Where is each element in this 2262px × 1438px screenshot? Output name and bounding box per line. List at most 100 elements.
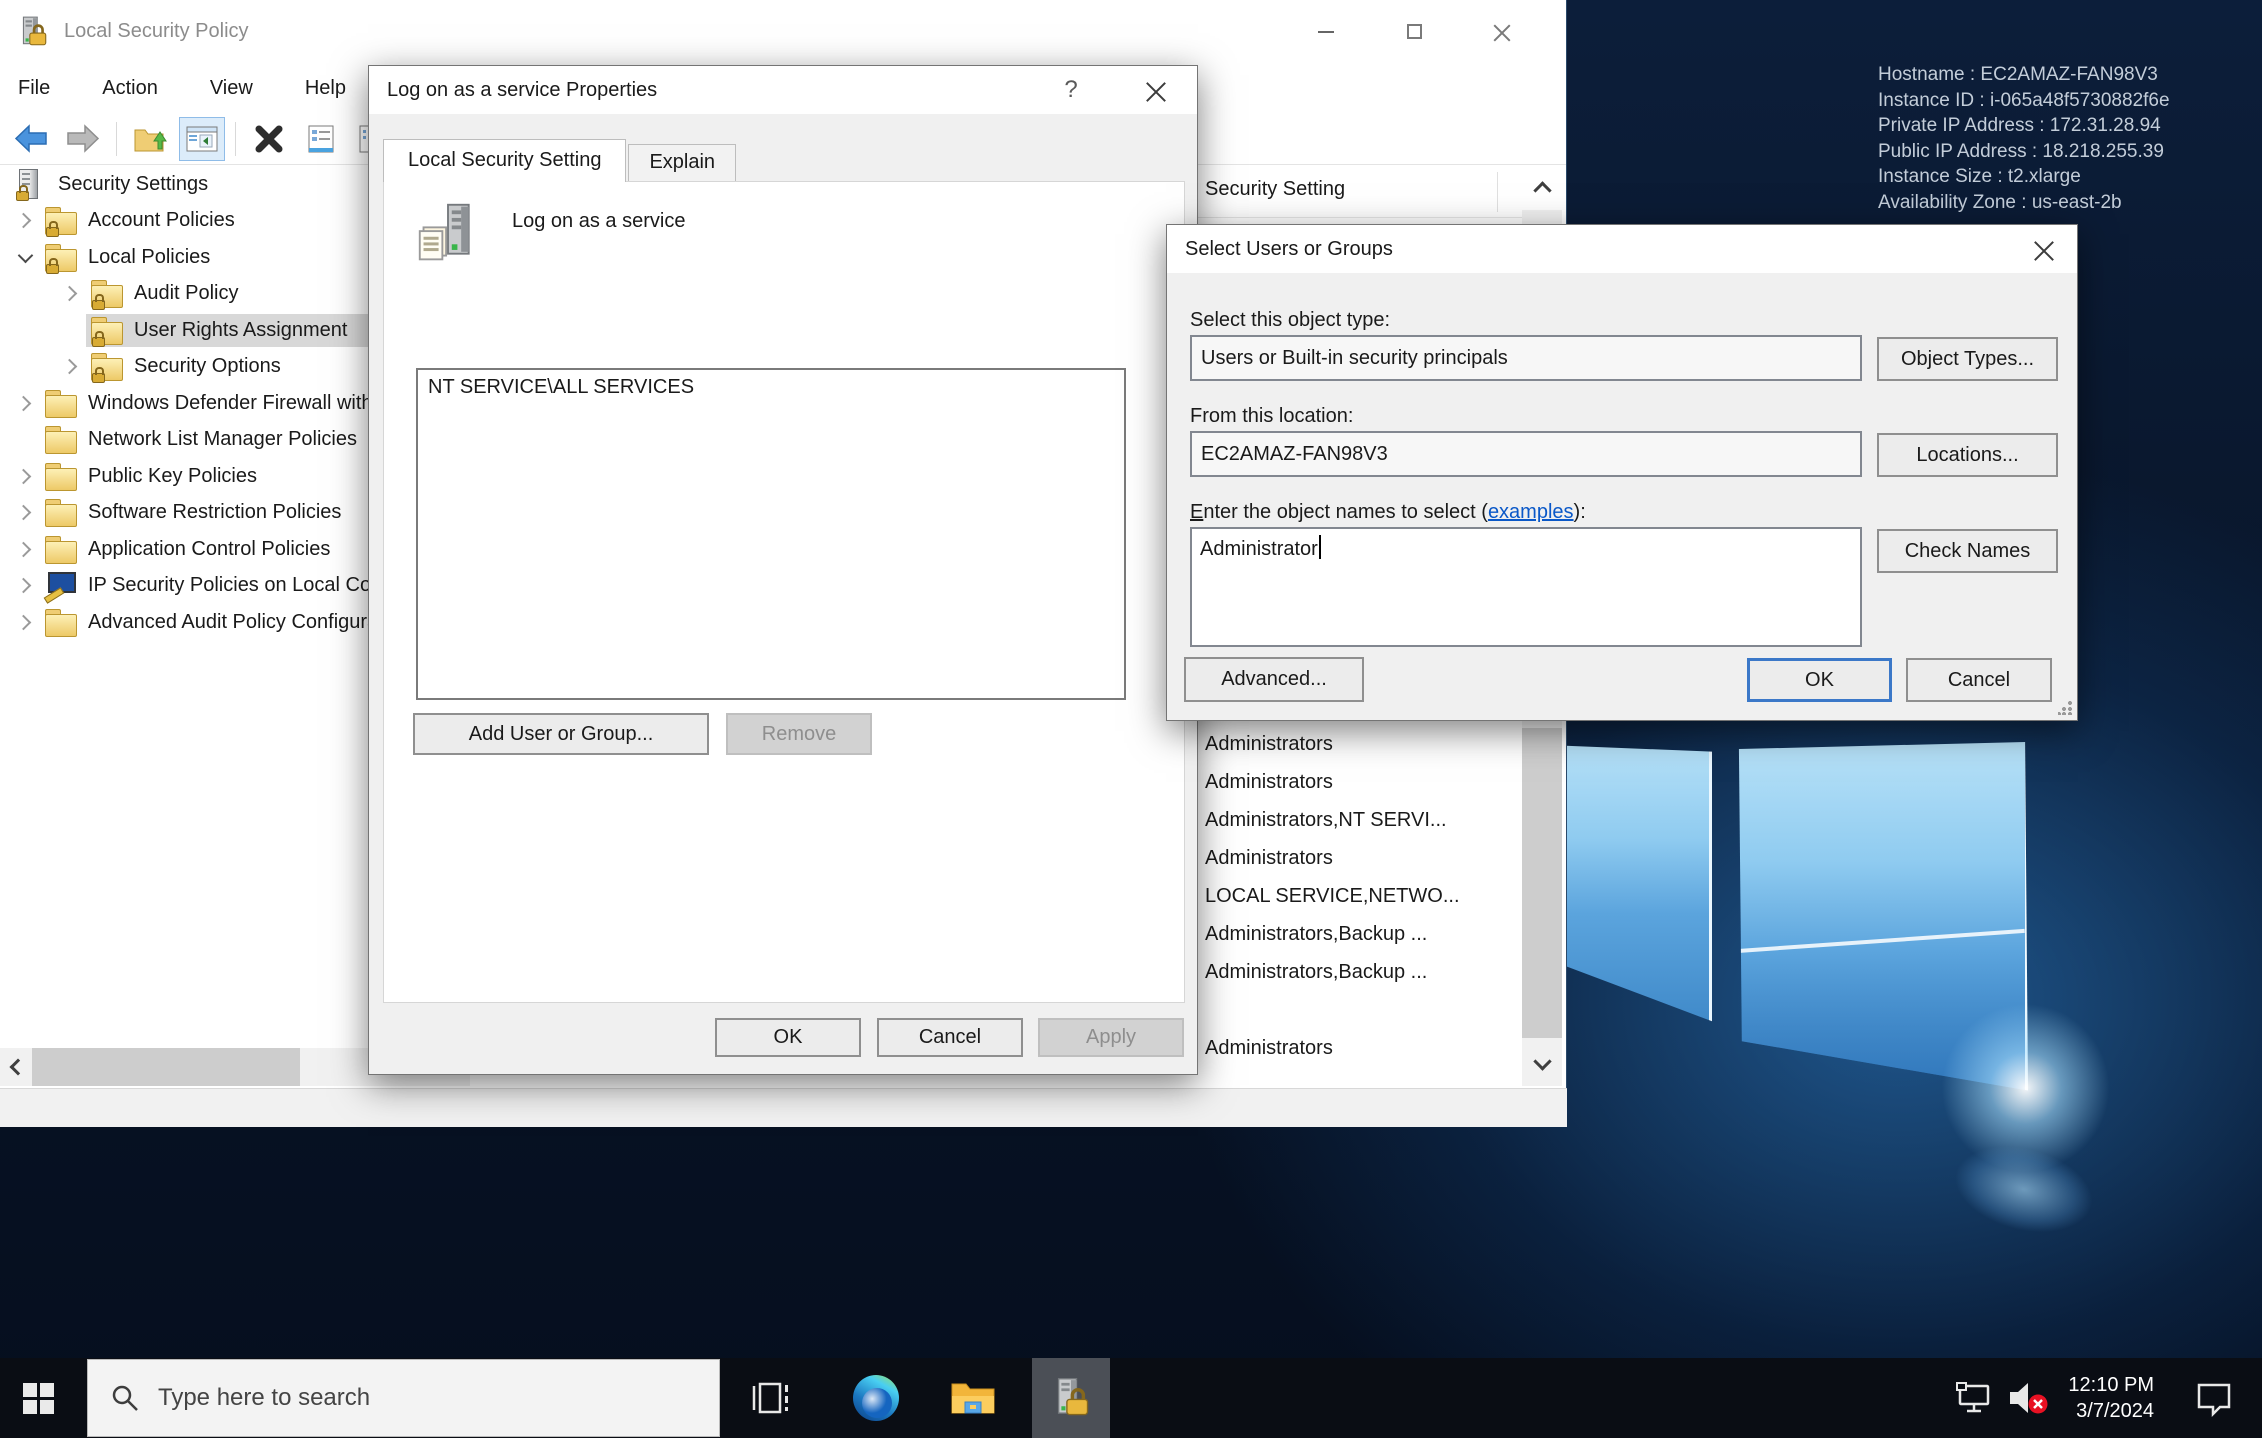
column-header-security-setting[interactable]: Security Setting [1205, 178, 1345, 201]
list-row[interactable]: Administrators [1205, 771, 1333, 803]
info-private-ip: Private IP Address : 172.31.28.94 [1878, 113, 2258, 139]
title-bar[interactable]: Local Security Policy [0, 0, 1566, 63]
folder-icon [44, 463, 80, 490]
menu-view[interactable]: View [210, 77, 253, 100]
chevron-right-icon[interactable] [10, 461, 40, 491]
cancel-button[interactable]: Cancel [877, 1018, 1023, 1057]
chevron-right-icon[interactable] [56, 279, 86, 309]
object-names-value: Administrator [1200, 538, 1318, 560]
file-explorer-icon [949, 1378, 997, 1418]
help-button[interactable]: ? [1055, 74, 1087, 106]
chevron-right-icon[interactable] [10, 388, 40, 418]
taskbar-clock[interactable]: 12:10 PM 3/7/2024 [2048, 1358, 2156, 1438]
menu-file[interactable]: File [18, 77, 50, 100]
chevron-right-icon[interactable] [10, 607, 40, 637]
back-button[interactable] [8, 117, 54, 161]
list-row[interactable]: Administrators,Backup ... [1205, 923, 1427, 955]
up-one-level-button[interactable] [127, 117, 173, 161]
column-divider[interactable] [1497, 172, 1498, 212]
wallpaper-logo-pane-left [1566, 740, 1712, 1030]
object-names-input[interactable]: Administrator [1190, 527, 1862, 647]
policy-name-label: Log on as a service [512, 210, 685, 233]
properties-button[interactable] [298, 117, 344, 161]
scroll-left-arrow[interactable] [0, 1048, 32, 1086]
apply-button: Apply [1038, 1018, 1184, 1057]
close-button[interactable] [1458, 0, 1546, 63]
close-button[interactable] [1141, 76, 1171, 106]
examples-link[interactable]: examples [1488, 501, 1574, 523]
from-location-label: From this location: [1190, 405, 1353, 428]
horizontal-scroll-thumb[interactable] [32, 1048, 300, 1086]
label-suffix: ): [1574, 501, 1586, 523]
search-icon [110, 1383, 140, 1413]
file-explorer-button[interactable] [942, 1358, 1004, 1438]
dialog-title: Select Users or Groups [1185, 238, 1393, 261]
label-text: nter the object names to select ( [1203, 501, 1488, 523]
members-list-box[interactable]: NT SERVICE\ALL SERVICES [416, 368, 1126, 700]
delete-button[interactable] [246, 117, 292, 161]
show-console-tree-button[interactable] [179, 117, 225, 161]
object-types-button[interactable]: Object Types... [1877, 337, 2058, 381]
search-input[interactable] [156, 1383, 636, 1413]
info-hostname: Hostname : EC2AMAZ-FAN98V3 [1878, 62, 2258, 88]
network-icon [1954, 1380, 1996, 1416]
chevron-right-icon[interactable] [10, 534, 40, 564]
edge-browser-button[interactable] [845, 1358, 907, 1438]
scroll-down-arrow[interactable] [1522, 1042, 1562, 1086]
minimize-button[interactable] [1282, 0, 1370, 63]
edge-icon [853, 1375, 899, 1421]
network-tray-button[interactable] [1950, 1358, 2000, 1438]
menu-action[interactable]: Action [102, 77, 158, 100]
scroll-up-arrow[interactable] [1522, 166, 1562, 210]
volume-muted-icon [2005, 1378, 2051, 1418]
chevron-right-icon[interactable] [10, 571, 40, 601]
list-row[interactable]: Administrators [1205, 847, 1333, 879]
taskbar-search[interactable] [87, 1359, 720, 1437]
folder-lock-icon [44, 207, 80, 234]
window-title: Local Security Policy [64, 20, 249, 43]
maximize-button[interactable] [1370, 0, 1458, 63]
volume-tray-button[interactable] [2002, 1358, 2054, 1438]
task-view-button[interactable] [742, 1358, 800, 1438]
cancel-button[interactable]: Cancel [1906, 658, 2052, 702]
menu-help[interactable]: Help [305, 77, 346, 100]
list-row[interactable]: LOCAL SERVICE,NETWO... [1205, 885, 1460, 917]
chevron-right-icon[interactable] [56, 352, 86, 382]
close-icon [1493, 23, 1511, 41]
window-controls [1282, 0, 1546, 63]
tree-item-label: Advanced Audit Policy Configuration [88, 611, 410, 634]
list-row[interactable]: Administrators [1205, 1037, 1333, 1069]
list-row[interactable]: Administrators,NT SERVI... [1205, 809, 1447, 841]
chevron-placeholder [56, 315, 86, 345]
forward-button[interactable] [60, 117, 106, 161]
resize-grip[interactable] [2058, 701, 2072, 715]
chevron-right-icon[interactable] [10, 498, 40, 528]
tree-item-label: Security Settings [58, 173, 208, 196]
start-button[interactable] [0, 1358, 76, 1438]
ok-button[interactable]: OK [1747, 658, 1892, 702]
chevron-down-icon[interactable] [10, 242, 40, 272]
dialog-title-bar[interactable]: Select Users or Groups [1167, 225, 2077, 273]
add-user-or-group-button[interactable]: Add User or Group... [413, 713, 709, 755]
tab-explain[interactable]: Explain [628, 144, 736, 182]
locations-button[interactable]: Locations... [1877, 433, 2058, 477]
close-icon[interactable] [2029, 235, 2059, 265]
access-key: E [1190, 501, 1203, 523]
tab-local-security-setting[interactable]: Local Security Setting [383, 139, 626, 182]
list-row[interactable]: Administrators,Backup ... [1205, 961, 1427, 993]
properties-icon [303, 123, 339, 155]
local-security-policy-taskbar-button[interactable] [1032, 1358, 1110, 1438]
member-item[interactable]: NT SERVICE\ALL SERVICES [428, 376, 1114, 399]
taskbar: 12:10 PM 3/7/2024 [0, 1358, 2262, 1438]
vertical-scroll-thumb[interactable] [1522, 728, 1562, 1038]
log-on-as-a-service-properties-dialog: Log on as a service Properties ? Local S… [368, 65, 1198, 1075]
action-center-button[interactable] [2186, 1358, 2242, 1438]
ok-button[interactable]: OK [715, 1018, 861, 1057]
folder-lock-icon [90, 317, 126, 344]
check-names-button[interactable]: Check Names [1877, 529, 2058, 573]
folder-icon [44, 499, 80, 526]
list-row[interactable]: Administrators [1205, 733, 1333, 765]
tab-page: Log on as a service NT SERVICE\ALL SERVI… [383, 181, 1185, 1003]
advanced-button[interactable]: Advanced... [1184, 657, 1364, 702]
chevron-right-icon[interactable] [10, 206, 40, 236]
